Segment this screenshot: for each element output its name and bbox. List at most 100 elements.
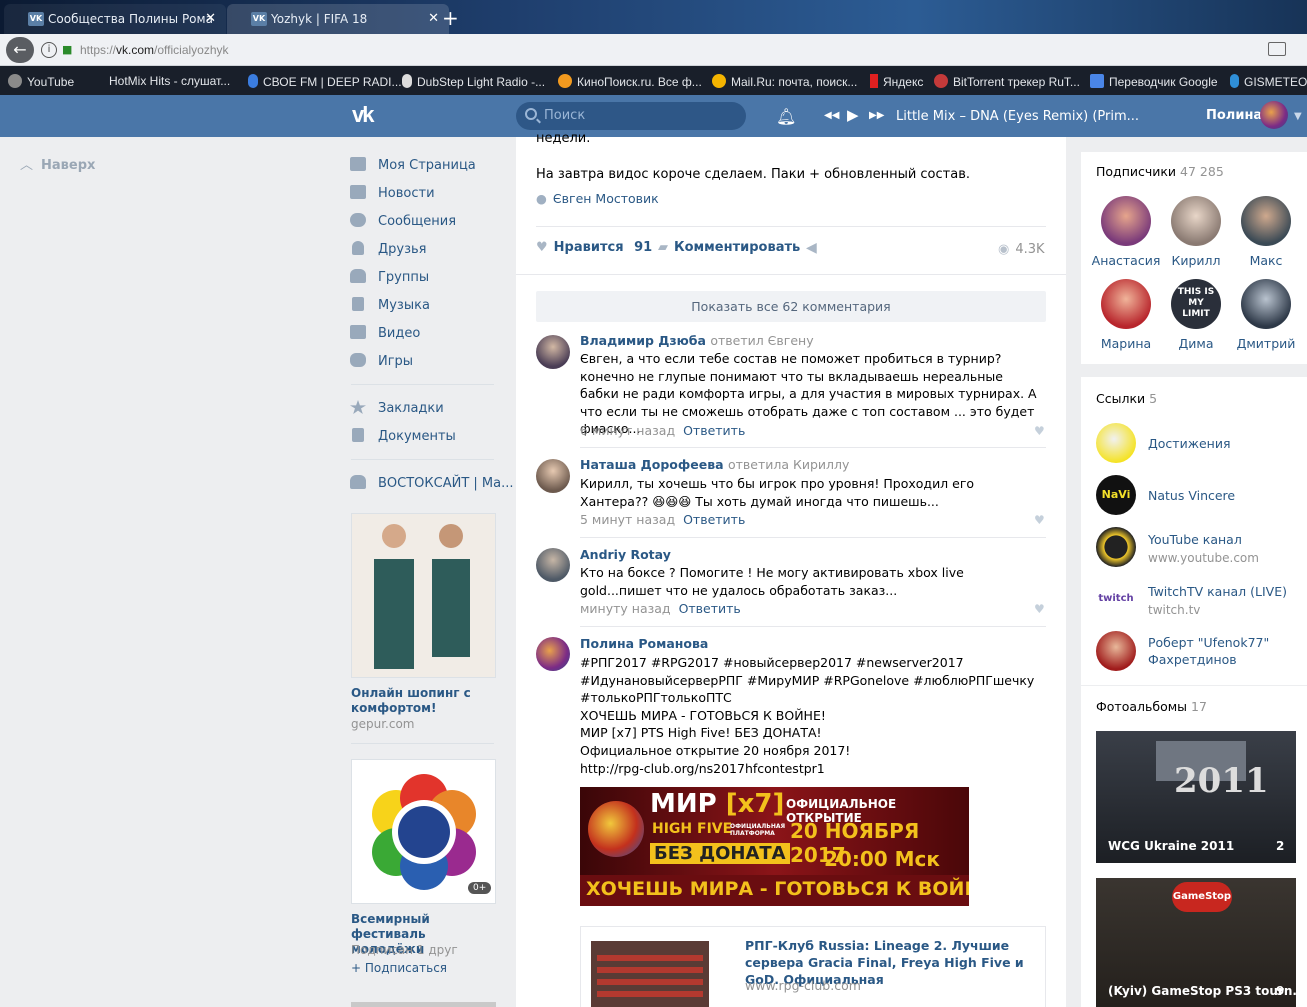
- avatar[interactable]: THIS IS MY LIMIT: [1171, 279, 1221, 329]
- search-input[interactable]: Поиск: [516, 102, 746, 130]
- heart-icon[interactable]: ♥: [1034, 513, 1045, 527]
- link-name[interactable]: Роберт "Ufenok77" Фахретдинов: [1148, 634, 1288, 668]
- ad-image[interactable]: [351, 513, 496, 678]
- link-card[interactable]: РПГ-Клуб Russia: Lineage 2. Лучшие серве…: [580, 926, 1046, 1007]
- new-tab-icon[interactable]: +: [442, 6, 459, 30]
- reply-button[interactable]: Ответить: [683, 423, 745, 438]
- promo-banner[interactable]: МИР [x7] HIGH FIVE ОФИЦИАЛЬНАЯ ПЛАТФОРМА…: [580, 787, 969, 906]
- avatar[interactable]: [1096, 423, 1136, 463]
- avatar[interactable]: [536, 335, 570, 369]
- bookmark[interactable]: HotMix Hits - слушат...: [109, 74, 230, 88]
- menu-documents[interactable]: Документы: [350, 428, 456, 444]
- bell-icon[interactable]: 🔔︎: [776, 107, 796, 126]
- link-name[interactable]: Достижения: [1148, 435, 1230, 452]
- album-cover[interactable]: GameStop (Kyiv) GameStop PS3 tourn... 9: [1096, 878, 1306, 1007]
- ad-image[interactable]: 0+: [351, 759, 496, 904]
- close-icon[interactable]: ✕: [205, 11, 216, 26]
- friend-name[interactable]: Дима: [1161, 336, 1231, 351]
- bookmark[interactable]: Переводчик Google: [1090, 74, 1218, 89]
- avatar[interactable]: [1101, 196, 1151, 246]
- avatar[interactable]: [1101, 279, 1151, 329]
- avatar[interactable]: [1241, 279, 1291, 329]
- comment-author[interactable]: Andriy Rotay: [580, 547, 671, 562]
- links-header[interactable]: Ссылки 5: [1096, 391, 1157, 406]
- menu-label: Видео: [378, 326, 421, 341]
- vk-logo[interactable]: vk: [352, 102, 375, 128]
- menu-bookmarks[interactable]: Закладки: [350, 400, 444, 416]
- subscribe-button[interactable]: + Подписаться: [351, 961, 447, 975]
- hashtags[interactable]: #РПГ2017 #RPG2017 #новыйсервер2017 #news…: [580, 654, 1042, 707]
- divider: [351, 459, 494, 460]
- reply-button[interactable]: Ответить: [683, 512, 745, 527]
- user-name[interactable]: Полина: [1206, 108, 1262, 123]
- bookmark[interactable]: КиноПоиск.ru. Все ф...: [558, 74, 702, 89]
- friend-name[interactable]: Кирилл: [1161, 253, 1231, 268]
- avatar[interactable]: NaVi: [1096, 475, 1136, 515]
- back-to-top[interactable]: ︿ Наверх: [20, 154, 95, 173]
- bookmark[interactable]: GISMETEO: [1230, 74, 1307, 89]
- menu-news[interactable]: Новости: [350, 185, 435, 201]
- ad-title[interactable]: Онлайн шопинг с комфортом!: [351, 686, 496, 716]
- friend-name[interactable]: Марина: [1091, 336, 1161, 351]
- menu-my-page[interactable]: Моя Страница: [350, 157, 476, 173]
- twitch-icon[interactable]: twitch: [1096, 579, 1136, 619]
- next-track-icon[interactable]: ▶▶: [869, 110, 884, 121]
- comment-author[interactable]: Полина Романова: [580, 636, 708, 651]
- menu-games[interactable]: Игры: [350, 353, 413, 369]
- comment-link[interactable]: http://rpg-club.org/ns2017hfcontestpr1: [580, 760, 1042, 778]
- album-name: WCG Ukraine 2011: [1108, 839, 1235, 853]
- menu-groups[interactable]: Группы: [350, 269, 429, 285]
- avatar[interactable]: [1096, 631, 1136, 671]
- info-icon[interactable]: i: [41, 42, 57, 58]
- url-field[interactable]: https://vk.com/officialyozhyk: [80, 43, 229, 57]
- comment-author[interactable]: Владимир Дзюба ответил Євгену: [580, 333, 814, 348]
- link-name[interactable]: Natus Vincere: [1148, 487, 1235, 504]
- link-name[interactable]: TwitchTV канал (LIVE): [1148, 583, 1287, 600]
- avatar[interactable]: [1171, 196, 1221, 246]
- bookmark[interactable]: DubStep Light Radio -...: [402, 74, 545, 89]
- avatar[interactable]: [1096, 527, 1136, 567]
- browser-tab-active[interactable]: VK Yozhyk | FIFA 18 ✕: [227, 4, 449, 34]
- heart-icon[interactable]: ♥: [1034, 424, 1045, 438]
- bookmark[interactable]: YouTube: [8, 74, 74, 89]
- bookmark[interactable]: Яндекс: [870, 74, 923, 89]
- previous-track-icon[interactable]: ◀◀: [824, 110, 839, 121]
- share-icon[interactable]: ◀: [806, 240, 817, 256]
- albums-header[interactable]: Фотоальбомы 17: [1096, 699, 1207, 714]
- friend-name[interactable]: Дмитрий: [1231, 336, 1301, 351]
- heart-icon[interactable]: ♥: [1034, 602, 1045, 616]
- link-name[interactable]: YouTube канал: [1148, 531, 1242, 548]
- avatar[interactable]: [1260, 101, 1288, 129]
- avatar[interactable]: [536, 548, 570, 582]
- menu-music[interactable]: Музыка: [350, 297, 430, 313]
- menu-video[interactable]: Видео: [350, 325, 420, 341]
- now-playing-track[interactable]: Little Mix – DNA (Eyes Remix) (Prim...: [896, 109, 1139, 124]
- friend-name[interactable]: Анастасия: [1091, 253, 1161, 268]
- chevron-down-icon[interactable]: ▼: [1294, 111, 1302, 122]
- post-signer[interactable]: ● Євген Мостовик: [536, 190, 659, 208]
- bookmark[interactable]: СВОЕ FM | DEEP RADI...: [248, 74, 402, 89]
- browser-tab[interactable]: VK Сообщества Полины Рома ✕: [4, 4, 226, 34]
- friend-name[interactable]: Макс: [1231, 253, 1301, 268]
- menu-friends[interactable]: Друзья: [350, 241, 427, 257]
- like-button[interactable]: ♥ Нравится 91: [536, 240, 652, 255]
- avatar[interactable]: [536, 637, 570, 671]
- banner-text: 20:00 Мск: [824, 847, 940, 871]
- menu-messages[interactable]: Сообщения: [350, 213, 456, 229]
- album-cover[interactable]: 2011 WCG Ukraine 2011 2: [1096, 731, 1296, 863]
- comment-button[interactable]: ▰ Комментировать: [658, 240, 800, 255]
- subscribers-header[interactable]: Подписчики 47 285: [1096, 164, 1224, 179]
- show-all-comments-button[interactable]: Показать все 62 комментария: [536, 291, 1046, 322]
- news-icon: [350, 185, 366, 199]
- back-arrow-icon[interactable]: ←: [6, 37, 34, 63]
- avatar[interactable]: [536, 459, 570, 493]
- bookmark[interactable]: BitTorrent трекер RuT...: [934, 74, 1080, 89]
- menu-group-vostoksite[interactable]: ВОСТОКСАЙТ | Ма...: [350, 475, 514, 491]
- avatar[interactable]: [1241, 196, 1291, 246]
- reply-button[interactable]: Ответить: [679, 601, 741, 616]
- close-icon[interactable]: ✕: [428, 11, 439, 26]
- play-icon[interactable]: ▶: [847, 106, 859, 124]
- reader-view-icon[interactable]: [1268, 42, 1286, 56]
- comment-author[interactable]: Наташа Дорофеева ответила Кириллу: [580, 457, 849, 472]
- bookmark[interactable]: Mail.Ru: почта, поиск...: [712, 74, 857, 89]
